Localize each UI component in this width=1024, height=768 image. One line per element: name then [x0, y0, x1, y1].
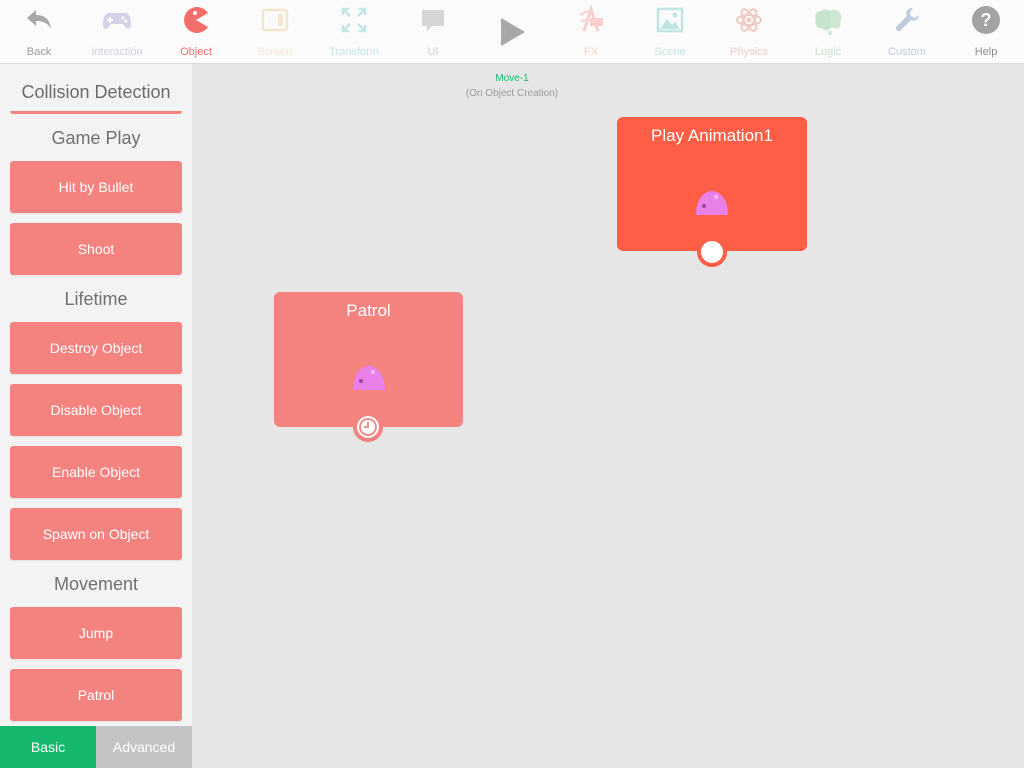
help-button[interactable]: ? Help: [947, 0, 1024, 64]
fx-button[interactable]: FX: [552, 0, 630, 64]
action-spawn-on-object[interactable]: Spawn on Object: [10, 508, 182, 560]
back-arrow-icon: [27, 10, 51, 29]
section-heading-movement: Movement: [53, 574, 139, 594]
clock-icon: [359, 418, 377, 436]
top-toolbar: Back Interaction Object Screen Transform…: [0, 0, 1024, 64]
interaction-button[interactable]: Interaction: [78, 0, 156, 64]
transform-icon: [341, 7, 367, 33]
action-patrol[interactable]: Patrol: [10, 669, 182, 721]
connector-knob[interactable]: [697, 237, 727, 267]
blob-icon: [353, 366, 385, 390]
action-disable-object[interactable]: Disable Object: [10, 384, 182, 436]
object-button[interactable]: Object: [157, 0, 235, 64]
pacman-icon: [184, 7, 208, 33]
logic-button[interactable]: Logic: [789, 0, 867, 64]
transform-label: Transform: [329, 46, 379, 58]
node-play-animation[interactable]: Play Animation1: [617, 117, 807, 267]
screen-icon: [261, 8, 289, 32]
fx-icon: [579, 5, 603, 32]
physics-label: Physics: [730, 46, 768, 58]
scene-label: Scene: [654, 46, 686, 58]
node-title: Patrol: [346, 301, 391, 320]
brain-icon: [815, 9, 842, 35]
help-label: Help: [974, 46, 998, 58]
action-shoot[interactable]: Shoot: [10, 223, 182, 275]
gamepad-icon: [103, 13, 131, 29]
blob-icon: [696, 191, 728, 215]
custom-label: Custom: [888, 46, 926, 58]
wrench-icon: [895, 8, 919, 32]
behavior-trigger: (On Object Creation): [465, 88, 559, 99]
behavior-sidebar: Collision Detection Game Play Hit by Bul…: [0, 64, 192, 768]
tab-basic[interactable]: Basic: [0, 726, 96, 768]
section-heading-lifetime: Lifetime: [64, 289, 128, 309]
action-jump[interactable]: Jump: [10, 607, 182, 659]
object-label: Object: [180, 46, 212, 58]
sidebar-category-title[interactable]: Collision Detection: [10, 78, 182, 114]
custom-button[interactable]: Custom: [868, 0, 946, 64]
action-destroy-object[interactable]: Destroy Object: [10, 322, 182, 374]
node-title: Play Animation1: [651, 126, 773, 145]
ui-label: UI: [427, 46, 439, 58]
interaction-label: Interaction: [91, 46, 143, 58]
speech-bubble-icon: [422, 10, 444, 31]
screen-button[interactable]: Screen: [236, 0, 314, 64]
mode-tabs: Basic Advanced: [0, 726, 192, 768]
ui-button[interactable]: UI: [394, 0, 472, 64]
fx-label: FX: [583, 46, 599, 58]
play-icon[interactable]: [495, 15, 529, 49]
logic-label: Logic: [814, 46, 842, 58]
physics-button[interactable]: Physics: [710, 0, 788, 64]
behavior-title: Move-1: [495, 73, 529, 84]
connector-knob[interactable]: [353, 412, 383, 442]
tab-advanced[interactable]: Advanced: [96, 726, 192, 768]
back-button[interactable]: Back: [0, 0, 78, 64]
transform-button[interactable]: Transform: [315, 0, 393, 64]
back-label: Back: [26, 46, 52, 58]
screen-label: Screen: [257, 46, 293, 58]
svg-text:?: ?: [981, 10, 992, 30]
atom-icon: [736, 8, 762, 32]
help-icon: ?: [972, 6, 1000, 34]
landscape-icon: [656, 7, 684, 33]
action-enable-object[interactable]: Enable Object: [10, 446, 182, 498]
action-hit-by-bullet[interactable]: Hit by Bullet: [10, 161, 182, 213]
scene-button[interactable]: Scene: [631, 0, 709, 64]
section-heading-game-play: Game Play: [51, 128, 141, 148]
node-patrol[interactable]: Patrol: [274, 292, 463, 442]
